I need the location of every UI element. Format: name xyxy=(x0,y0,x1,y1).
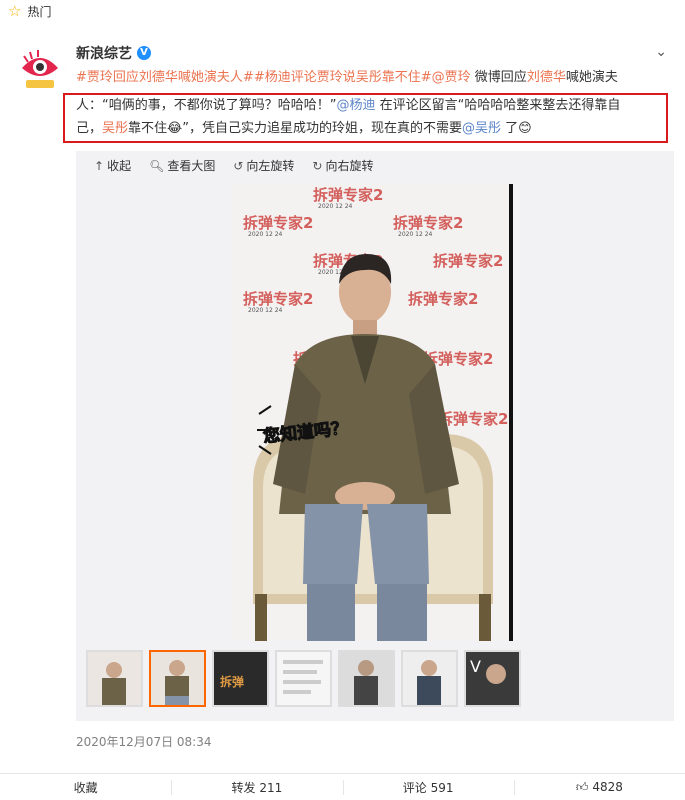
sina-eye-logo-icon xyxy=(14,42,66,94)
post-text-line-1: #贾玲回应刘德华喊她演夫人##杨迪评论贾玲说吴彤靠不住#@贾玲 微博回应刘德华喊… xyxy=(76,68,618,88)
mention-link[interactable]: @贾玲 xyxy=(432,70,471,85)
thumbnail[interactable]: 拆弹 xyxy=(212,650,269,707)
post-text-line-2: 人：“咱俩的事，不都你说了算吗？哈哈哈！”@杨迪 在评论区留言“哈哈哈哈整来整去… xyxy=(76,96,620,116)
post-text: 了 xyxy=(501,121,519,136)
author-name[interactable]: 新浪综艺 xyxy=(76,43,132,63)
thumbnail[interactable] xyxy=(86,650,143,707)
thumbnail[interactable] xyxy=(275,650,332,707)
media-panel: ↑ 收起 🔍︎ 查看大图 ↺ 向左旋转 ↻ 向右旋转 拆弹专家2 拆弹专家2 拆弹专家2… xyxy=(76,151,674,721)
post-timestamp: 2020年12月07日 08:34 xyxy=(76,735,212,749)
view-large-label: 查看大图 xyxy=(167,159,216,173)
thumbnail[interactable] xyxy=(401,650,458,707)
section-header: ☆ 热门 xyxy=(0,0,685,22)
like-count: 4828 xyxy=(592,780,623,794)
favorite-button[interactable]: 收藏 xyxy=(0,774,171,800)
mention-link[interactable]: @杨迪 xyxy=(336,98,375,113)
post-text: 微博回应 xyxy=(470,70,527,85)
rotate-right-label: 向右旋转 xyxy=(325,159,374,173)
verified-icon: V xyxy=(137,46,151,60)
mention-link[interactable]: @吴彤 xyxy=(462,121,501,136)
hashtag-rest[interactable]: 靠不住# xyxy=(382,70,432,85)
backdrop-logo: 拆弹专家2 xyxy=(438,410,508,428)
backdrop-logo: 拆弹专家2 xyxy=(243,214,313,232)
svg-text:V: V xyxy=(470,657,481,676)
rotate-right-button[interactable]: ↻ 向右旋转 xyxy=(312,157,373,174)
arrow-up-icon: ↑ xyxy=(94,158,105,173)
hashtag-rest[interactable]: 喊她演夫人# xyxy=(178,70,254,85)
thumbnail-strip: 拆弹 V xyxy=(86,650,521,707)
post-text: ”，凭自己实力追星成功的玲姐，现在真的不需要 xyxy=(182,121,462,136)
backdrop-logo: 拆弹专家2 xyxy=(433,252,503,270)
post-text: 人：“咱俩的事，不都你说了算吗？哈哈哈！” xyxy=(76,98,337,113)
main-photo[interactable]: 拆弹专家2 拆弹专家2 拆弹专家2 拆弹专家2 拆弹专家2 拆弹专家2 拆弹专家… xyxy=(233,184,513,641)
name-link[interactable]: 吴彤 xyxy=(102,121,128,136)
backdrop-logo: 拆弹专家2 xyxy=(243,290,313,308)
rotate-left-label: 向左旋转 xyxy=(246,159,295,173)
action-bar: 收藏 转发 211 评论 591 👍︎ 4828 xyxy=(0,773,685,800)
backdrop-logo: 拆弹专家2 xyxy=(313,186,383,204)
repost-label: 转发 211 xyxy=(231,780,283,795)
post-text: 靠不住 xyxy=(128,121,168,136)
post-text: 己， xyxy=(76,121,103,136)
laugh-emoji-icon: 😂 xyxy=(167,121,183,136)
rotate-right-icon: ↻ xyxy=(312,158,323,173)
view-large-button[interactable]: 🔍︎ 查看大图 xyxy=(149,157,215,174)
hashtag-link[interactable]: #杨迪评论贾玲说 xyxy=(254,70,356,85)
post-text-line-3: 己，吴彤靠不住😂”，凭自己实力追星成功的玲姐，现在真的不需要@吴彤 了😊 xyxy=(76,119,532,139)
rotate-left-button[interactable]: ↺ 向左旋转 xyxy=(233,157,294,174)
like-button[interactable]: 👍︎ 4828 xyxy=(513,774,685,800)
hashtag-name[interactable]: 刘德华 xyxy=(139,70,178,85)
rotate-left-icon: ↺ xyxy=(233,158,244,173)
post-text: 喊她演夫 xyxy=(565,70,618,85)
media-toolbar: ↑ 收起 🔍︎ 查看大图 ↺ 向左旋转 ↻ 向右旋转 xyxy=(94,157,373,174)
collapse-label: 收起 xyxy=(107,159,132,173)
avatar[interactable] xyxy=(14,42,66,94)
backdrop-date: 2020 12 24 xyxy=(318,203,353,210)
hashtag-link[interactable]: #贾玲回应 xyxy=(76,70,139,85)
name-link[interactable]: 刘德华 xyxy=(527,70,566,85)
collapse-button[interactable]: ↑ 收起 xyxy=(94,157,131,174)
favorite-label: 收藏 xyxy=(73,780,98,795)
magnifier-icon: 🔍︎ xyxy=(149,158,165,173)
smile-emoji-icon: 😊 xyxy=(518,121,532,136)
star-icon: ☆ xyxy=(8,1,22,20)
section-label: 热门 xyxy=(27,4,52,19)
author[interactable]: 新浪综艺 V xyxy=(76,43,151,63)
thumbnail[interactable] xyxy=(338,650,395,707)
comment-button[interactable]: 评论 591 xyxy=(342,774,514,800)
comment-label: 评论 591 xyxy=(402,780,454,795)
backdrop-logo: 拆弹专家2 xyxy=(393,214,463,232)
hashtag-name[interactable]: 吴彤 xyxy=(356,70,382,85)
svg-text:拆弹: 拆弹 xyxy=(220,674,244,689)
thumbnail-active[interactable] xyxy=(149,650,206,707)
backdrop-date: 2020 12 24 xyxy=(248,231,283,238)
chevron-down-icon[interactable]: ⌄ xyxy=(655,44,667,60)
backdrop-date: 2020 12 24 xyxy=(248,307,283,314)
backdrop-logo: 拆弹专家2 xyxy=(408,290,478,308)
post-text: 在评论区留言“哈哈哈哈整来整去还得靠自 xyxy=(375,98,621,113)
thumbnail[interactable]: V xyxy=(464,650,521,707)
repost-button[interactable]: 转发 211 xyxy=(171,774,342,800)
backdrop-date: 2020 12 24 xyxy=(398,231,433,238)
thumbs-up-icon: 👍︎ xyxy=(575,779,589,794)
